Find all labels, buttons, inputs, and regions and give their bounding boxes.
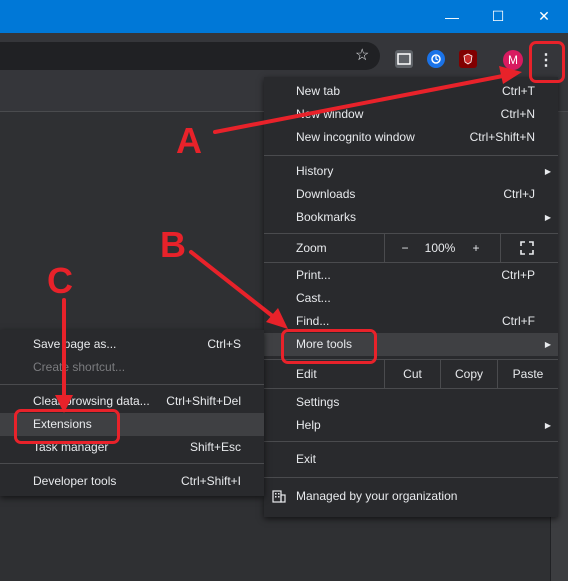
maximize-button[interactable]: ☐ [475,0,521,33]
menu-item-shortcut: Ctrl+P [501,268,535,282]
menu-item-label: Exit [296,452,317,466]
annotation-label-b: B [160,224,186,265]
profile-avatar[interactable]: M [503,50,523,70]
menu-item-shortcut: Ctrl+N [500,107,535,121]
copy-button[interactable]: Copy [441,360,497,388]
menu-item-label: New tab [296,84,341,98]
menu-item-label: Developer tools [33,474,117,488]
menu-item-shortcut: Ctrl+Shift+N [469,130,535,144]
zoom-out-button[interactable]: − [385,234,425,262]
menu-separator [264,388,558,389]
menu-item-label: Help [296,418,321,432]
paste-button[interactable]: Paste [498,360,558,388]
menu-item-new-tab[interactable]: New tab Ctrl+T [264,80,558,103]
zoom-level: 100% [424,241,456,255]
bookmark-star-icon[interactable]: ☆ [355,46,369,66]
menu-item-new-window[interactable]: New window Ctrl+N [264,103,558,126]
browser-toolbar: ☆ [0,33,568,77]
menu-separator [0,463,264,464]
zoom-in-button[interactable]: + [456,234,496,262]
ublock-icon[interactable] [459,50,477,68]
menu-item-label: Settings [296,395,340,409]
submenu-item-create-shortcut[interactable]: Create shortcut... [0,356,264,379]
title-bar: — ☐ ✕ [0,0,568,33]
menu-item-label: Downloads [296,187,356,201]
minimize-button[interactable]: — [429,0,475,33]
menu-item-label: Cast... [296,291,331,305]
menu-item-bookmarks[interactable]: Bookmarks ▶ [264,206,558,229]
menu-item-cast[interactable]: Cast... [264,287,558,310]
menu-item-settings[interactable]: Settings [264,391,558,414]
menu-item-history[interactable]: History ▶ [264,160,558,183]
submenu-item-save-page[interactable]: Save page as... Ctrl+S [0,333,264,356]
menu-item-shortcut: Ctrl+S [207,337,241,351]
menu-item-shortcut: Shift+Esc [189,440,241,454]
menu-item-shortcut: Ctrl+Shift+Del [166,394,241,408]
fullscreen-icon[interactable] [510,234,544,262]
highlight-box-more-tools [281,329,377,364]
submenu-item-developer-tools[interactable]: Developer tools Ctrl+Shift+I [0,470,264,493]
chrome-main-menu: New tab Ctrl+T New window Ctrl+N New inc… [264,77,558,517]
menu-item-label: Create shortcut... [33,360,126,374]
address-bar[interactable] [0,42,380,70]
menu-item-print[interactable]: Print... Ctrl+P [264,264,558,287]
menu-item-exit[interactable]: Exit [264,448,558,471]
building-icon [272,485,286,511]
menu-item-label: Bookmarks [296,210,357,224]
menu-separator [264,262,558,263]
menu-item-label: New incognito window [296,130,415,144]
menu-item-label: Zoom [296,241,327,255]
menu-separator [0,384,264,385]
menu-item-downloads[interactable]: Downloads Ctrl+J [264,183,558,206]
menu-item-shortcut: Ctrl+J [503,187,535,201]
menu-item-shortcut: Ctrl+F [502,314,535,328]
menu-item-managed[interactable]: Managed by your organization [264,485,558,508]
submenu-arrow-icon: ▶ [544,213,551,222]
menu-item-label: New window [296,107,364,121]
menu-item-shortcut: Ctrl+Shift+I [180,474,241,488]
menu-item-label: Save page as... [33,337,117,351]
menu-item-label: Managed by your organization [296,489,458,503]
menu-item-label: History [296,164,334,178]
extension-icon-2[interactable] [427,50,445,68]
annotation-label-c: C [47,260,73,301]
menu-separator [264,441,558,442]
menu-separator [264,477,558,478]
submenu-arrow-icon: ▶ [544,167,551,176]
close-button[interactable]: ✕ [521,0,567,33]
zoom-divider [500,234,501,262]
menu-item-label: Edit [296,367,317,381]
highlight-box-extensions [14,409,120,444]
menu-item-shortcut: Ctrl+T [502,84,535,98]
menu-item-new-incognito-window[interactable]: New incognito window Ctrl+Shift+N [264,126,558,149]
annotation-label-a: A [176,120,202,161]
submenu-arrow-icon: ▶ [544,340,551,349]
submenu-arrow-icon: ▶ [544,421,551,430]
menu-item-help[interactable]: Help ▶ [264,414,558,437]
extension-icon-1[interactable] [395,50,413,68]
menu-item-label: Print... [296,268,331,282]
menu-separator [264,155,558,156]
highlight-box-menu [529,41,565,83]
cut-button[interactable]: Cut [385,360,440,388]
